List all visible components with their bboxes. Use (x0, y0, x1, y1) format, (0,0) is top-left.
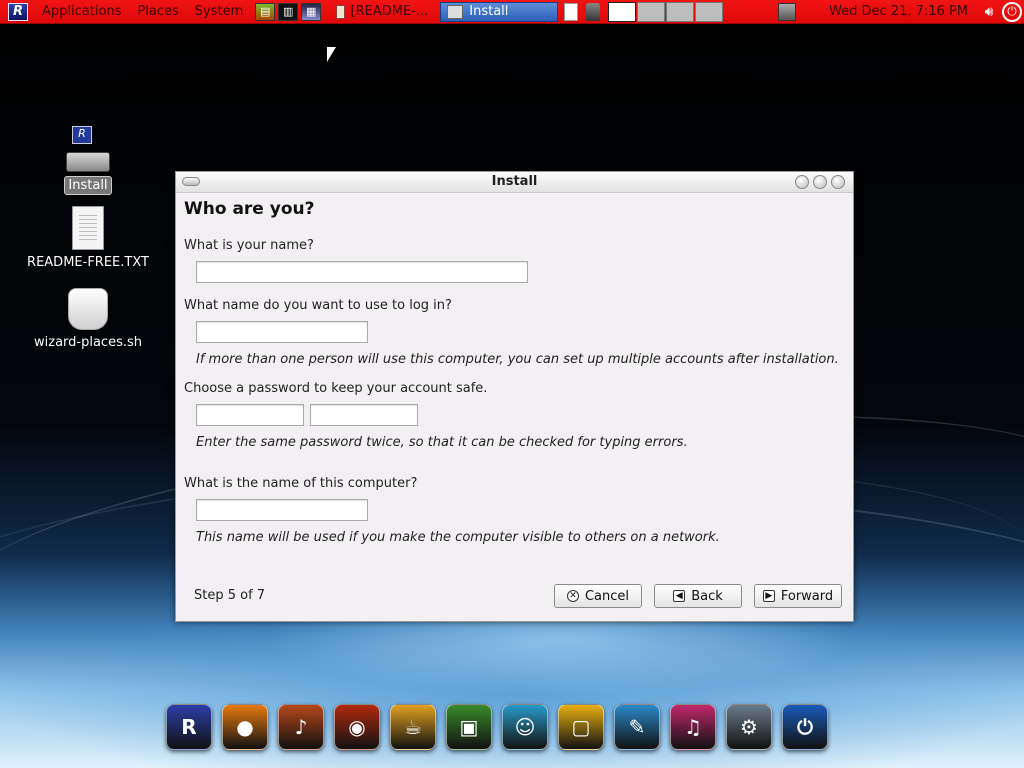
text-document-icon (72, 206, 104, 250)
password-label: Choose a password to keep your account s… (184, 381, 488, 396)
workspace-3[interactable] (666, 1, 695, 22)
network-icon[interactable] (778, 2, 797, 21)
piano-keyboard-icon[interactable]: ▥ (278, 2, 299, 21)
window-titlebar[interactable]: Install (176, 172, 853, 193)
firefox-icon[interactable]: ● (222, 704, 268, 750)
notes-icon[interactable] (564, 2, 579, 21)
password-confirm-field[interactable] (310, 404, 418, 426)
login-label: What name do you want to use to log in? (184, 298, 452, 313)
forward-button-label: Forward (780, 588, 834, 604)
installer-disk-icon: R (64, 126, 112, 172)
top-panel: R Applications Places System ▤ ▥ ▦ [READ… (0, 0, 1024, 24)
forward-arrow-icon: ▶ (762, 590, 775, 602)
step-indicator: Step 5 of 7 (194, 588, 266, 603)
trash-icon[interactable] (586, 2, 601, 21)
window-content: Who are you? What is your name? What nam… (176, 193, 853, 621)
desktop-icon-label: wizard-places.sh (34, 335, 142, 350)
workspace-1[interactable] (608, 1, 637, 22)
music-player-icon[interactable]: ♫ (670, 704, 716, 750)
taskbar-item-label: Install (469, 4, 509, 19)
name-label: What is your name? (184, 238, 314, 253)
text-editor-icon (336, 4, 345, 19)
shell-script-icon (68, 288, 108, 330)
media-player-icon[interactable]: ▦ (301, 2, 322, 21)
photo-editor-icon[interactable]: ▣ (446, 704, 492, 750)
back-arrow-icon: ◀ (673, 590, 686, 602)
taskbar-item-label: [README-... (350, 4, 429, 19)
computer-name-label: What is the name of this computer? (184, 476, 418, 491)
power-icon[interactable]: ⏻ (1002, 1, 1022, 22)
installer-icon (447, 4, 464, 19)
menu-system[interactable]: System (187, 4, 251, 19)
back-button-label: Back (691, 588, 723, 604)
full-name-field[interactable] (196, 261, 528, 283)
desktop-icon-label: Install (64, 176, 112, 195)
mouse-cursor (327, 47, 336, 62)
desktop-icon-wizard-places[interactable]: wizard-places.sh (28, 288, 148, 351)
desktop-icon-readme[interactable]: README-FREE.TXT (27, 206, 149, 271)
taskbar-item-install[interactable]: Install (440, 1, 559, 22)
burn-disc-icon[interactable]: ◉ (334, 704, 380, 750)
workspace-4[interactable] (695, 1, 724, 22)
audio-mixer-icon[interactable]: ▤ (255, 2, 276, 21)
username-field[interactable] (196, 321, 368, 343)
computer-name-field[interactable] (196, 499, 368, 521)
cancel-button[interactable]: ✕ Cancel (554, 584, 642, 608)
volume-icon[interactable]: 🔊︎ (980, 3, 998, 21)
clock[interactable]: Wed Dec 21, 7:16 PM (829, 4, 968, 19)
distro-logo-icon[interactable]: R (8, 2, 28, 21)
cancel-icon: ✕ (566, 590, 579, 602)
guitar-icon[interactable]: ♪ (278, 704, 324, 750)
login-hint: If more than one person will use this co… (196, 352, 839, 367)
rebellin-logo-icon[interactable]: R (166, 704, 212, 750)
drawing-icon[interactable]: ✎ (614, 704, 660, 750)
menu-places[interactable]: Places (129, 4, 186, 19)
password-hint: Enter the same password twice, so that i… (196, 435, 688, 450)
shutdown-icon[interactable]: ⏻ (782, 704, 828, 750)
maximize-icon[interactable] (813, 175, 827, 189)
system-settings-icon[interactable]: ⚙ (726, 704, 772, 750)
window-title: Install (491, 174, 538, 189)
forward-button[interactable]: ▶ Forward (754, 584, 842, 608)
desktop-icon-label: README-FREE.TXT (27, 255, 149, 270)
back-button[interactable]: ◀ Back (654, 584, 742, 608)
password-field[interactable] (196, 404, 304, 426)
close-icon[interactable] (831, 175, 845, 189)
window-menu-icon[interactable] (182, 177, 200, 186)
coffee-cup-icon[interactable]: ☕ (390, 704, 436, 750)
cancel-button-label: Cancel (584, 588, 630, 604)
minimize-icon[interactable] (795, 175, 809, 189)
desktop-icon-install[interactable]: R Install (58, 126, 118, 195)
messenger-icon[interactable]: ☺ (502, 704, 548, 750)
workspace-2[interactable] (637, 1, 666, 22)
install-window: Install Who are you? What is your name? … (175, 171, 854, 622)
taskbar-item-readme[interactable]: [README-... (330, 2, 434, 22)
page-title: Who are you? (184, 199, 315, 219)
dock: R ● ♪ ◉ ☕ ▣ ☺ ▢ ✎ ♫ ⚙ ⏻ (166, 704, 828, 750)
office-icon[interactable]: ▢ (558, 704, 604, 750)
menu-applications[interactable]: Applications (34, 4, 129, 19)
workspace-switcher (608, 1, 724, 22)
computer-name-hint: This name will be used if you make the c… (196, 530, 720, 545)
